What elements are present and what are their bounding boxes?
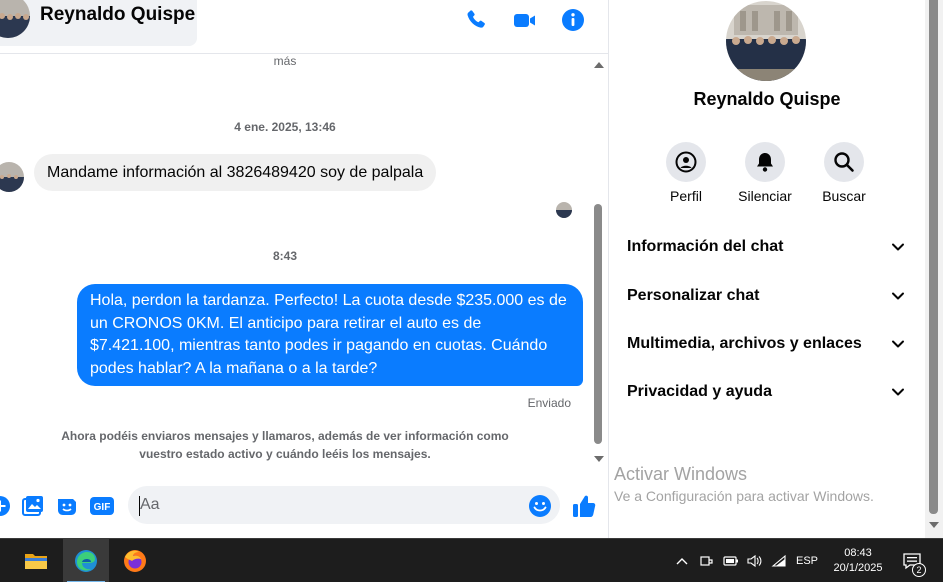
message-list: más 4 ene. 2025, 13:46 Mandame informaci… — [0, 54, 592, 470]
timestamp: 4 ene. 2025, 13:46 — [234, 120, 336, 134]
watermark-title: Activar Windows — [614, 464, 748, 484]
clock-date: 20/1/2025 — [833, 562, 883, 574]
gif-icon[interactable]: GIF — [89, 494, 115, 518]
seen-indicator-avatar — [556, 202, 572, 218]
action-label: Buscar — [822, 188, 866, 204]
edge-icon[interactable] — [63, 539, 109, 582]
language-label: ESP — [795, 555, 818, 567]
section-chat-info[interactable]: Información del chat — [609, 226, 925, 270]
load-more-label[interactable]: más — [0, 54, 570, 68]
battery-icon[interactable] — [720, 539, 742, 582]
bell-icon[interactable] — [745, 142, 785, 182]
windows-taskbar: ESP 08:43 20/1/2025 2 — [0, 538, 943, 582]
message-input[interactable] — [128, 486, 560, 524]
text-cursor — [139, 496, 140, 516]
search-action[interactable]: Buscar — [804, 142, 884, 204]
contact-info-button[interactable]: Reynaldo Quispe — [0, 0, 197, 46]
clock[interactable]: 08:43 20/1/2025 — [818, 546, 898, 576]
section-privacy-help[interactable]: Privacidad y ayuda — [609, 371, 925, 415]
composer: GIF — [0, 478, 608, 538]
chevron-up-icon[interactable] — [672, 539, 692, 582]
image-icon[interactable] — [21, 494, 45, 518]
info-icon[interactable] — [559, 6, 587, 34]
timestamp: 8:43 — [272, 249, 298, 263]
sender-avatar — [0, 162, 24, 192]
chat-header: Reynaldo Quispe — [0, 0, 608, 54]
volume-icon[interactable] — [744, 539, 764, 582]
section-title: Multimedia, archivos y enlaces — [627, 335, 862, 352]
wifi-icon[interactable] — [768, 539, 790, 582]
profile-icon[interactable] — [666, 142, 706, 182]
phone-icon[interactable] — [462, 6, 490, 34]
connection-notice: Ahora podéis enviaros mensajes y llamaro… — [61, 429, 509, 461]
file-explorer-icon[interactable] — [13, 539, 59, 582]
gif-label: GIF — [94, 502, 111, 513]
language-indicator[interactable]: ESP — [793, 539, 821, 582]
contact-name: Reynaldo Quispe — [40, 4, 196, 25]
thumbs-up-icon[interactable] — [571, 494, 597, 518]
incoming-message[interactable]: Mandame información al 3826489420 soy de… — [34, 154, 437, 191]
outgoing-message[interactable]: Hola, perdon la tardanza. Perfecto! La c… — [77, 284, 583, 386]
scroll-up-arrow[interactable] — [594, 62, 604, 68]
profile-name: Reynaldo Quispe — [693, 89, 841, 109]
notification-count-badge: 2 — [912, 563, 926, 577]
windows-activation-watermark: Activar Windows Ve a Configuración para … — [614, 464, 874, 504]
avatar — [0, 0, 30, 38]
section-media-files-links[interactable]: Multimedia, archivos y enlaces — [609, 323, 925, 367]
chevron-down-icon — [892, 292, 904, 300]
section-title: Información del chat — [627, 238, 784, 255]
messages-scrollbar[interactable] — [592, 56, 606, 468]
chat-info-panel: Reynaldo Quispe Perfil Silenciar Buscar … — [609, 0, 925, 538]
action-label: Perfil — [670, 188, 702, 204]
chevron-down-icon — [892, 340, 904, 348]
page-scroll-down-arrow[interactable] — [929, 522, 939, 528]
scroll-down-arrow[interactable] — [594, 456, 604, 462]
emoji-icon[interactable] — [528, 494, 552, 518]
firefox-icon[interactable] — [112, 539, 158, 582]
section-customize-chat[interactable]: Personalizar chat — [609, 275, 925, 319]
action-label: Silenciar — [738, 188, 792, 204]
scroll-thumb[interactable] — [594, 204, 602, 444]
watermark-subtitle: Ve a Configuración para activar Windows. — [614, 488, 874, 504]
page-scroll-thumb[interactable] — [929, 0, 938, 514]
delivery-status: Enviado — [527, 396, 571, 410]
avatar[interactable] — [726, 1, 806, 81]
mute-action[interactable]: Silenciar — [725, 142, 805, 204]
usb-device-icon[interactable] — [696, 539, 716, 582]
chevron-down-icon — [892, 243, 904, 251]
chevron-down-icon — [892, 388, 904, 396]
video-camera-icon[interactable] — [511, 6, 539, 34]
messenger-window: Reynaldo Quispe más 4 ene. 2025, 13:46 M… — [0, 0, 943, 582]
profile-action[interactable]: Perfil — [646, 142, 726, 204]
page-scrollbar[interactable] — [925, 0, 943, 538]
plus-circle-icon[interactable] — [0, 494, 12, 518]
search-icon[interactable] — [824, 142, 864, 182]
section-title: Privacidad y ayuda — [627, 383, 772, 400]
section-title: Personalizar chat — [627, 287, 760, 304]
sticker-icon[interactable] — [55, 494, 79, 518]
clock-time: 08:43 — [844, 547, 872, 559]
